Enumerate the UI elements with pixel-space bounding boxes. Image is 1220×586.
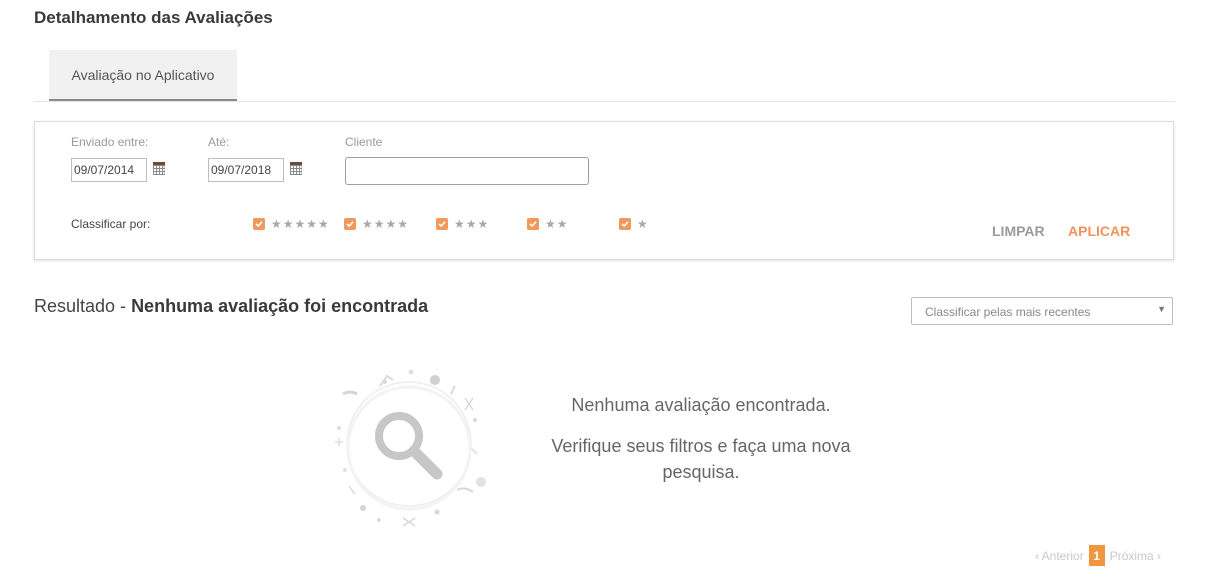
sent-between-label: Enviado entre: — [71, 135, 149, 149]
calendar-icon[interactable] — [290, 162, 302, 175]
result-status: Nenhuma avaliação foi encontrada — [131, 296, 429, 316]
sort-order-select[interactable]: Classificar pelas mais recentes ▼ — [911, 297, 1173, 325]
star-filter-3[interactable]: ★★★ — [436, 217, 489, 231]
result-heading: Resultado - Nenhuma avaliação foi encont… — [34, 296, 428, 317]
pagination: ‹ Anterior 1 Próxima › — [1035, 545, 1161, 566]
checkbox-checked-icon[interactable] — [253, 218, 265, 230]
empty-state-hint: Verifique seus filtros e faça uma nova p… — [551, 436, 851, 482]
tab-app-rating[interactable]: Avaliação no Aplicativo — [49, 50, 237, 101]
stars-label: ★ — [637, 217, 649, 231]
checkbox-checked-icon[interactable] — [436, 218, 448, 230]
stars-label: ★★★ — [454, 217, 490, 231]
filter-panel: Enviado entre: Até: Cliente Classificar … — [34, 121, 1174, 260]
calendar-icon[interactable] — [153, 162, 165, 175]
star-filter-5[interactable]: ★★★★★ — [253, 217, 330, 231]
result-prefix: Resultado - — [34, 296, 132, 316]
apply-button[interactable]: APLICAR — [1068, 223, 1130, 239]
sort-order-value: Classificar pelas mais recentes — [925, 305, 1091, 319]
date-to-field[interactable] — [208, 158, 284, 182]
checkbox-checked-icon[interactable] — [344, 218, 356, 230]
page-title: Detalhamento das Avaliações — [34, 8, 273, 27]
empty-state-title: Nenhuma avaliação encontrada. — [571, 395, 831, 415]
stars-label: ★★ — [545, 217, 569, 231]
star-filter-4[interactable]: ★★★★ — [344, 217, 409, 231]
pagination-next[interactable]: Próxima › — [1110, 549, 1161, 563]
tab-bar: Avaliação no Aplicativo — [34, 50, 1175, 102]
date-from-field[interactable] — [71, 158, 147, 182]
empty-search-illustration — [335, 369, 486, 527]
client-label: Cliente — [345, 135, 383, 149]
pagination-prev[interactable]: ‹ Anterior — [1035, 549, 1084, 563]
stars-label: ★★★★★ — [271, 217, 330, 231]
pagination-current-page[interactable]: 1 — [1088, 545, 1105, 566]
clear-button[interactable]: LIMPAR — [992, 223, 1045, 239]
client-field[interactable] — [345, 157, 589, 185]
star-filter-2[interactable]: ★★ — [527, 217, 569, 231]
until-label: Até: — [208, 135, 230, 149]
chevron-down-icon: ▼ — [1157, 304, 1166, 314]
checkbox-checked-icon[interactable] — [527, 218, 539, 230]
sort-by-label: Classificar por: — [71, 217, 151, 231]
checkbox-checked-icon[interactable] — [619, 218, 631, 230]
star-filter-1[interactable]: ★ — [619, 217, 649, 231]
stars-label: ★★★★ — [362, 217, 410, 231]
